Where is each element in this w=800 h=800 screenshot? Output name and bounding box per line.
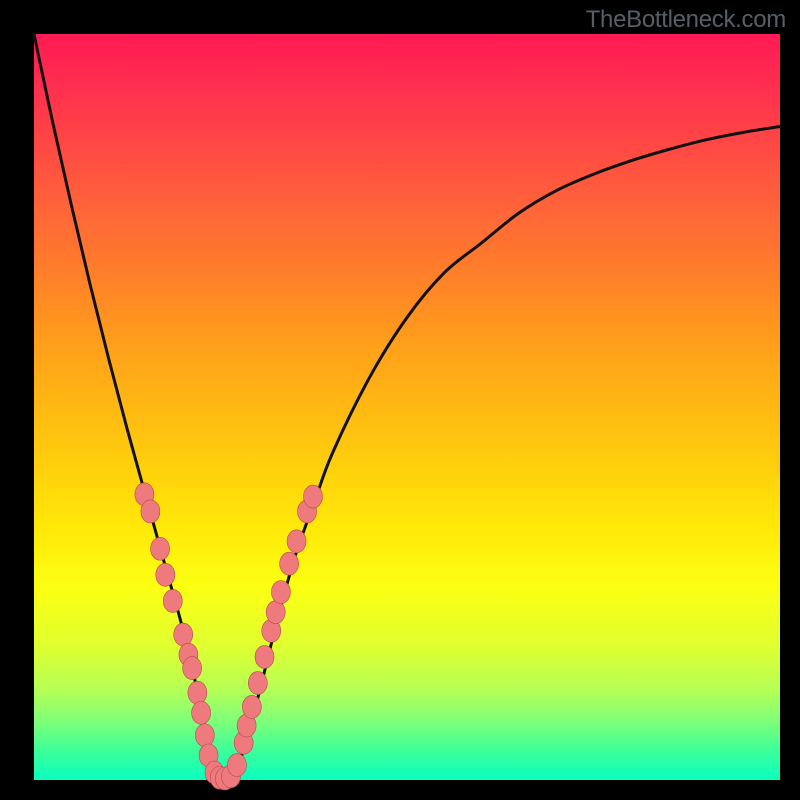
marker-dot xyxy=(242,695,261,718)
marker-dot xyxy=(174,623,193,646)
curve-svg xyxy=(34,34,780,780)
marker-dot xyxy=(248,672,267,695)
marker-dot xyxy=(227,754,246,777)
watermark-text: TheBottleneck.com xyxy=(586,6,786,34)
marker-dot xyxy=(280,552,299,575)
marker-dot xyxy=(287,530,306,553)
bottleneck-curve xyxy=(34,34,780,782)
marker-dot xyxy=(183,657,202,680)
marker-group xyxy=(135,483,323,790)
marker-dot xyxy=(195,724,214,747)
marker-dot xyxy=(156,563,175,586)
marker-dot xyxy=(192,701,211,724)
marker-dot xyxy=(151,537,170,560)
marker-dot xyxy=(304,485,323,508)
chart-frame: TheBottleneck.com xyxy=(0,0,800,800)
plot-area xyxy=(34,34,780,780)
marker-dot xyxy=(266,601,285,624)
marker-dot xyxy=(141,500,160,523)
marker-dot xyxy=(255,645,274,668)
marker-dot xyxy=(271,581,290,604)
marker-dot xyxy=(163,589,182,612)
marker-dot xyxy=(188,681,207,704)
